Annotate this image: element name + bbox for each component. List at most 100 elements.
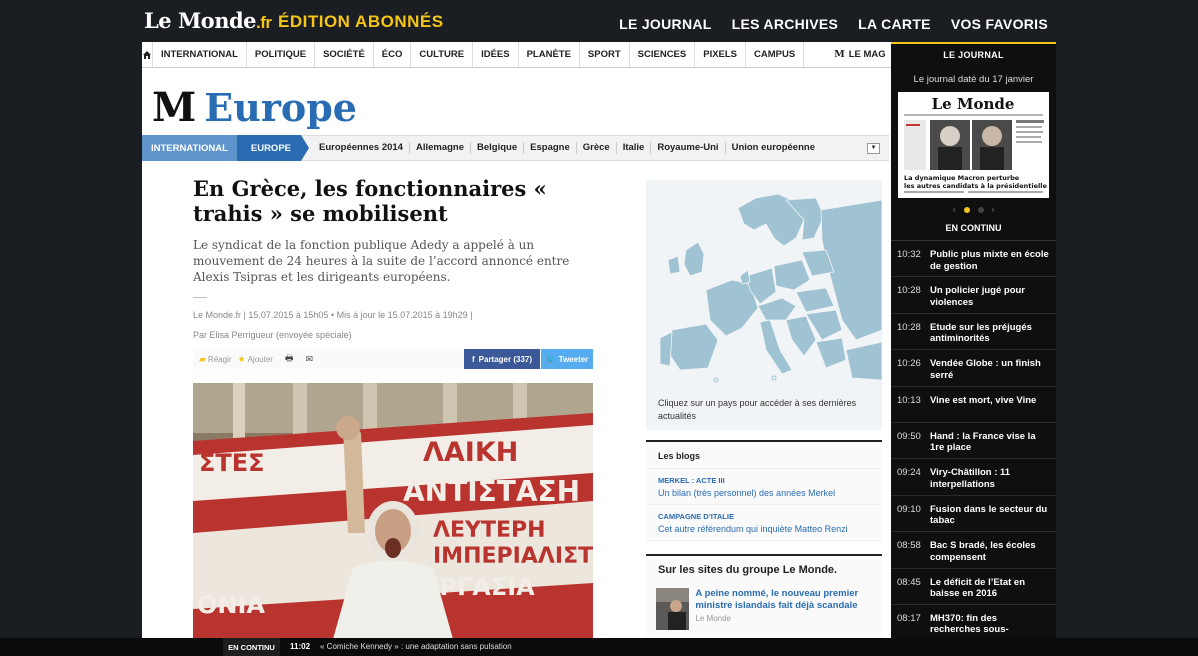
- blogs-title: Les blogs: [646, 440, 882, 469]
- rubrique-idees[interactable]: IDÉES: [473, 42, 519, 67]
- news-text[interactable]: Fusion dans le secteur du tabac: [930, 504, 1050, 531]
- subnav-item[interactable]: Allemagne: [410, 142, 472, 154]
- right-column: LE JOURNAL Le journal daté du 17 janvier…: [891, 42, 1056, 642]
- rubrique-campus[interactable]: CAMPUS: [746, 42, 805, 67]
- nav-vos-favoris[interactable]: VOS FAVORIS: [951, 16, 1048, 32]
- le-monde-m-logo: M: [152, 84, 197, 131]
- article-chapo: Le syndicat de la fonction publique Aded…: [193, 238, 570, 284]
- news-item[interactable]: 09:10 Fusion dans le secteur du tabac: [891, 496, 1056, 533]
- news-item[interactable]: 10:26 Vendée Globe : un finish serré: [891, 350, 1056, 387]
- news-item[interactable]: 10:28 Etude sur les préjugés antiminorité…: [891, 314, 1056, 351]
- nav-le-journal[interactable]: LE JOURNAL: [619, 16, 711, 32]
- rubrique-nav: INTERNATIONAL POLITIQUE SOCIÉTÉ ÉCO CULT…: [142, 42, 891, 68]
- article-author: Par Elisa Perrigueur (envoyée spéciale): [193, 330, 352, 340]
- news-item[interactable]: 09:50 Hand : la France vise la 1re place: [891, 423, 1056, 460]
- subnav-item[interactable]: Grèce: [577, 142, 617, 154]
- news-time: 09:50: [897, 430, 921, 442]
- react-button[interactable]: ▰ Réagir: [199, 354, 232, 365]
- rubrique-pixels[interactable]: PIXELS: [695, 42, 747, 67]
- nav-la-carte[interactable]: LA CARTE: [858, 16, 931, 32]
- news-text[interactable]: MH370: fin des recherches sous-: [930, 613, 1050, 640]
- edition-label: ÉDITION ABONNÉS: [278, 12, 444, 31]
- front-page-logo: Le Monde: [932, 95, 1015, 113]
- news-text[interactable]: Vine est mort, vive Vine: [930, 395, 1036, 422]
- front-page-thumbnail[interactable]: Le Monde La dynamique Macron perturbe le…: [898, 92, 1049, 198]
- subnav-item[interactable]: Italie: [617, 142, 652, 154]
- rubrique-international[interactable]: INTERNATIONAL: [153, 42, 247, 67]
- news-item[interactable]: 09:24 Viry-Châtillon : 11 interpellations: [891, 459, 1056, 496]
- group-item[interactable]: A peine nommé, le nouveau premier minist…: [646, 582, 882, 636]
- blog-item[interactable]: CAMPAGNE D’ITALIE Cet autre référendum q…: [646, 505, 882, 541]
- subnav-item[interactable]: Belgique: [471, 142, 525, 154]
- news-time: 09:24: [897, 467, 921, 479]
- news-text[interactable]: Viry-Châtillon : 11 interpellations: [930, 467, 1050, 494]
- add-favorite-button[interactable]: ★ Ajouter: [238, 354, 273, 365]
- subnav-item[interactable]: Espagne: [524, 142, 577, 154]
- email-button[interactable]: ✉: [299, 354, 313, 365]
- group-item-link[interactable]: A peine nommé, le nouveau premier minist…: [695, 588, 872, 612]
- en-continu-heading: EN CONTINU: [891, 223, 1056, 241]
- news-item[interactable]: 10:32 Public plus mixte en école de gesti…: [891, 241, 1056, 278]
- blog-link[interactable]: Cet autre référendum qui inquiète Matteo…: [658, 524, 870, 534]
- subnav-current[interactable]: EUROPE: [236, 135, 310, 161]
- subnav-item[interactable]: Royaume-Uni: [651, 142, 726, 154]
- divider: [193, 297, 207, 298]
- home-icon[interactable]: [142, 42, 153, 67]
- blog-kicker: MERKEL : ACTE III: [658, 476, 725, 485]
- news-text[interactable]: Etude sur les préjugés antiminorités: [930, 322, 1050, 349]
- rubrique-le-mag[interactable]: M LE MAG: [804, 42, 891, 67]
- news-item[interactable]: 10:28 Un policier jugé pour violences: [891, 277, 1056, 314]
- carousel-dots: ‹ ›: [891, 205, 1056, 214]
- group-sites-panel: Sur les sites du groupe Le Monde. A pein…: [646, 554, 882, 636]
- ticker-label[interactable]: EN CONTINU: [223, 638, 280, 656]
- subnav-item[interactable]: Européennes 2014: [313, 142, 410, 154]
- news-time: 10:13: [897, 394, 921, 406]
- carousel-next-icon[interactable]: ›: [992, 205, 995, 214]
- news-text[interactable]: Le déficit de l’Etat en baisse en 2016: [930, 577, 1050, 604]
- carousel-dot[interactable]: [977, 206, 984, 213]
- print-button[interactable]: 🖶: [279, 351, 294, 367]
- print-icon: 🖶: [284, 353, 294, 363]
- site-logo[interactable]: Le Monde.fr: [144, 8, 272, 33]
- group-item-thumbnail[interactable]: [656, 588, 690, 630]
- banner-text: ΟΝΙΑ: [197, 591, 265, 619]
- blog-item[interactable]: MERKEL : ACTE III Un bilan (très personn…: [646, 469, 882, 505]
- top-nav: LE JOURNAL LES ARCHIVES LA CARTE VOS FAV…: [619, 16, 1048, 32]
- carousel-prev-icon[interactable]: ‹: [953, 205, 956, 214]
- rubrique-sport[interactable]: SPORT: [580, 42, 630, 67]
- journal-date: Le journal daté du 17 janvier: [913, 74, 1034, 85]
- news-item[interactable]: 08:45 Le déficit de l’Etat en baisse en 2…: [891, 569, 1056, 605]
- facebook-share-button[interactable]: f Partager (337): [464, 349, 540, 369]
- ticker-text[interactable]: « Comiche Kennedy » : une adaptation san…: [320, 642, 512, 651]
- europe-map[interactable]: [646, 180, 883, 430]
- news-text[interactable]: Vendée Globe : un finish serré: [930, 358, 1050, 385]
- news-item[interactable]: 08:58 Bac S bradé, les écoles compensent: [891, 532, 1056, 569]
- news-text[interactable]: Bac S bradé, les écoles compensent: [930, 540, 1050, 567]
- blog-link[interactable]: Un bilan (très personnel) des années Mer…: [658, 488, 870, 498]
- banner-text: ΛΕΥΤΕΡΗ: [433, 518, 546, 543]
- share-bar: ▰ Réagir ★ Ajouter 🖶 ✉ f Partager (337) 🐦 Tw…: [193, 349, 593, 369]
- rubrique-politique[interactable]: POLITIQUE: [247, 42, 316, 67]
- news-time: 10:28: [897, 321, 921, 333]
- nav-les-archives[interactable]: LES ARCHIVES: [732, 16, 839, 32]
- rubrique-eco[interactable]: ÉCO: [374, 42, 412, 67]
- top-bar: Le Monde.fr ÉDITION ABONNÉS LE JOURNAL L…: [142, 0, 1056, 42]
- subnav-parent[interactable]: INTERNATIONAL: [142, 135, 237, 161]
- news-item[interactable]: 08:17 MH370: fin des recherches sous-: [891, 605, 1056, 642]
- rubrique-planete[interactable]: PLANÈTE: [519, 42, 580, 67]
- carousel-dot[interactable]: [963, 206, 970, 213]
- news-time: 10:26: [897, 358, 921, 370]
- news-text[interactable]: Public plus mixte en école de gestion: [930, 249, 1050, 276]
- twitter-share-button[interactable]: 🐦 Tweeter: [541, 349, 593, 369]
- subnav-item[interactable]: Union européenne: [726, 142, 821, 154]
- news-time: 08:58: [897, 540, 921, 552]
- news-text[interactable]: Hand : la France vise la 1re place: [930, 431, 1050, 458]
- rubrique-sciences[interactable]: SCIENCES: [630, 42, 696, 67]
- main-column: INTERNATIONAL POLITIQUE SOCIÉTÉ ÉCO CULT…: [142, 42, 891, 638]
- news-item[interactable]: 10:13 Vine est mort, vive Vine: [891, 387, 1056, 423]
- subnav-dropdown-icon[interactable]: ▼: [867, 143, 880, 154]
- group-title: Sur les sites du groupe Le Monde.: [646, 554, 882, 582]
- news-text[interactable]: Un policier jugé pour violences: [930, 285, 1050, 312]
- rubrique-societe[interactable]: SOCIÉTÉ: [315, 42, 374, 67]
- rubrique-culture[interactable]: CULTURE: [411, 42, 474, 67]
